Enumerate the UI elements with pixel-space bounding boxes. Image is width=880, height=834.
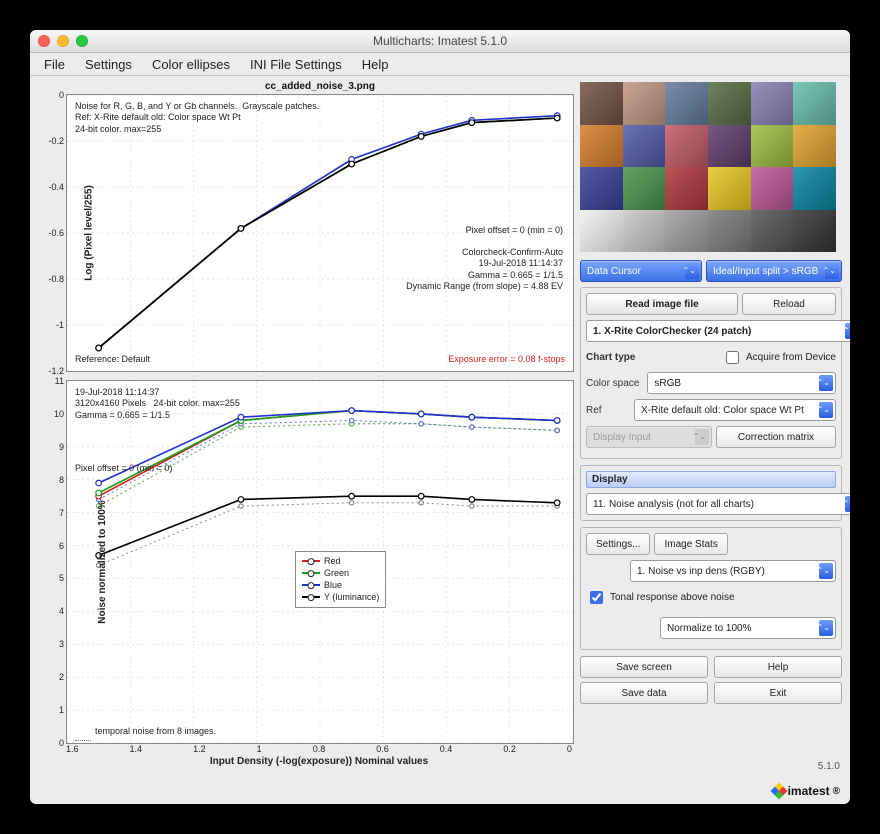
save-data-button[interactable]: Save data [580, 682, 708, 704]
color-space-select[interactable]: sRGB⌃⌄ [647, 372, 836, 394]
color-patch[interactable] [623, 210, 666, 253]
chart2-annot-l1: Pixel offset = 0 (min = 0) [75, 463, 172, 474]
close-icon[interactable] [38, 35, 50, 47]
color-patch[interactable] [623, 167, 666, 210]
window-title: Multicharts: Imatest 5.1.0 [30, 34, 850, 48]
color-patch[interactable] [751, 210, 794, 253]
correction-matrix-button[interactable]: Correction matrix [716, 426, 836, 448]
settings-button[interactable]: Settings... [586, 533, 650, 555]
color-patch[interactable] [708, 210, 751, 253]
chart-noise[interactable]: Noise normalized to 100% 01 23 45 67 89 … [66, 380, 574, 744]
chart1-annot-tl: Noise for R, G, B, and Y or Gb channels.… [75, 101, 319, 135]
color-patch[interactable] [665, 210, 708, 253]
color-patch[interactable] [580, 82, 623, 125]
image-stats-button[interactable]: Image Stats [654, 533, 727, 555]
color-patch[interactable] [580, 167, 623, 210]
app-window: Multicharts: Imatest 5.1.0 File Settings… [30, 30, 850, 804]
minimize-icon[interactable] [57, 35, 69, 47]
chart1-annot-r1: Pixel offset = 0 (min = 0) [466, 225, 563, 236]
diamond-icon [770, 783, 787, 800]
chart-target-select[interactable]: 1. X-Rite ColorChecker (24 patch)⌃⌄ [586, 320, 850, 342]
chart2-annot-bl: temporal noise from 8 images. [95, 726, 216, 737]
color-patch[interactable] [751, 167, 794, 210]
zoom-icon[interactable] [76, 35, 88, 47]
display-header: Display [586, 471, 836, 488]
color-patch[interactable] [751, 82, 794, 125]
display-select[interactable]: 11. Noise analysis (not for all charts)⌃… [586, 493, 850, 515]
chart2-ylabel: Noise normalized to 100% [97, 500, 108, 623]
color-patch[interactable] [708, 125, 751, 168]
color-patch[interactable] [623, 125, 666, 168]
color-patch[interactable] [793, 167, 836, 210]
chart1-annot-bl: Reference: Default [75, 354, 150, 365]
color-space-label: Color space [586, 378, 639, 389]
help-button[interactable]: Help [714, 656, 842, 678]
color-patch[interactable] [793, 82, 836, 125]
chart1-ylabel: Log (Pixel level/255) [83, 185, 94, 281]
color-patch[interactable] [623, 82, 666, 125]
noise-plot-select[interactable]: 1. Noise vs inp dens (RGBY)⌃⌄ [630, 560, 836, 582]
brand-logo: imatest® [773, 784, 840, 798]
version-label: 5.1.0 [818, 761, 840, 772]
view-mode-select[interactable]: Ideal/Input split > sRGB⌃⌄ [706, 260, 842, 282]
ref-select[interactable]: X-Rite default old: Color space Wt Pt⌃⌄ [634, 399, 836, 421]
ref-label: Ref [586, 405, 626, 416]
color-patch[interactable] [580, 210, 623, 253]
color-patch[interactable] [793, 125, 836, 168]
menu-help[interactable]: Help [352, 55, 399, 74]
color-patch[interactable] [708, 82, 751, 125]
menu-bar: File Settings Color ellipses INI File Se… [30, 53, 850, 76]
color-patch[interactable] [708, 167, 751, 210]
chart2-annot-tl: 19-Jul-2018 11:14:37 3120x4160 Pixels 24… [75, 387, 240, 421]
color-patch[interactable] [580, 125, 623, 168]
menu-settings[interactable]: Settings [75, 55, 142, 74]
chart1-title: cc_added_noise_3.png [67, 81, 573, 92]
menu-file[interactable]: File [34, 55, 75, 74]
color-patch[interactable] [665, 167, 708, 210]
x-ticks: 1.61.41.210.80.60.40.20 [66, 744, 572, 754]
tonal-response-checkbox[interactable] [590, 591, 603, 604]
menu-color-ellipses[interactable]: Color ellipses [142, 55, 240, 74]
exit-button[interactable]: Exit [714, 682, 842, 704]
normalize-select[interactable]: Normalize to 100%⌃⌄ [660, 617, 836, 639]
reload-button[interactable]: Reload [742, 293, 836, 315]
colorchecker-preview[interactable] [580, 82, 836, 252]
menu-ini-file-settings[interactable]: INI File Settings [240, 55, 352, 74]
titlebar: Multicharts: Imatest 5.1.0 [30, 30, 850, 53]
chart1-annot-br: Exposure error = 0.08 f-stops [448, 354, 565, 365]
acquire-checkbox[interactable] [726, 351, 739, 364]
chart-type-label: Chart type [586, 352, 635, 363]
color-patch[interactable] [751, 125, 794, 168]
save-screen-button[interactable]: Save screen [580, 656, 708, 678]
x-axis-label: Input Density (-log(exposure)) Nominal v… [66, 756, 572, 767]
read-image-button[interactable]: Read image file [586, 293, 738, 315]
display-input-select: Display Input⌃⌄ [586, 426, 712, 448]
chart2-legend: Red Green Blue Y (luminance) [295, 551, 386, 608]
plot-area: cc_added_noise_3.png Log (Pixel level/25… [30, 76, 574, 804]
chart-type-group: Read image file Reload 1. X-Rite ColorCh… [580, 287, 842, 459]
chart-log-pixel[interactable]: cc_added_noise_3.png Log (Pixel level/25… [66, 94, 574, 372]
noise-options-group: Settings... Image Stats 1. Noise vs inp … [580, 527, 842, 650]
color-patch[interactable] [665, 125, 708, 168]
side-panel: Data Cursor⌃⌄ Ideal/Input split > sRGB⌃⌄… [574, 76, 850, 804]
chart1-annot-r2: Colorcheck-Confirm-Auto 19-Jul-2018 11:1… [406, 247, 563, 292]
color-patch[interactable] [793, 210, 836, 253]
data-cursor-select[interactable]: Data Cursor⌃⌄ [580, 260, 702, 282]
color-patch[interactable] [665, 82, 708, 125]
display-group: Display 11. Noise analysis (not for all … [580, 465, 842, 521]
